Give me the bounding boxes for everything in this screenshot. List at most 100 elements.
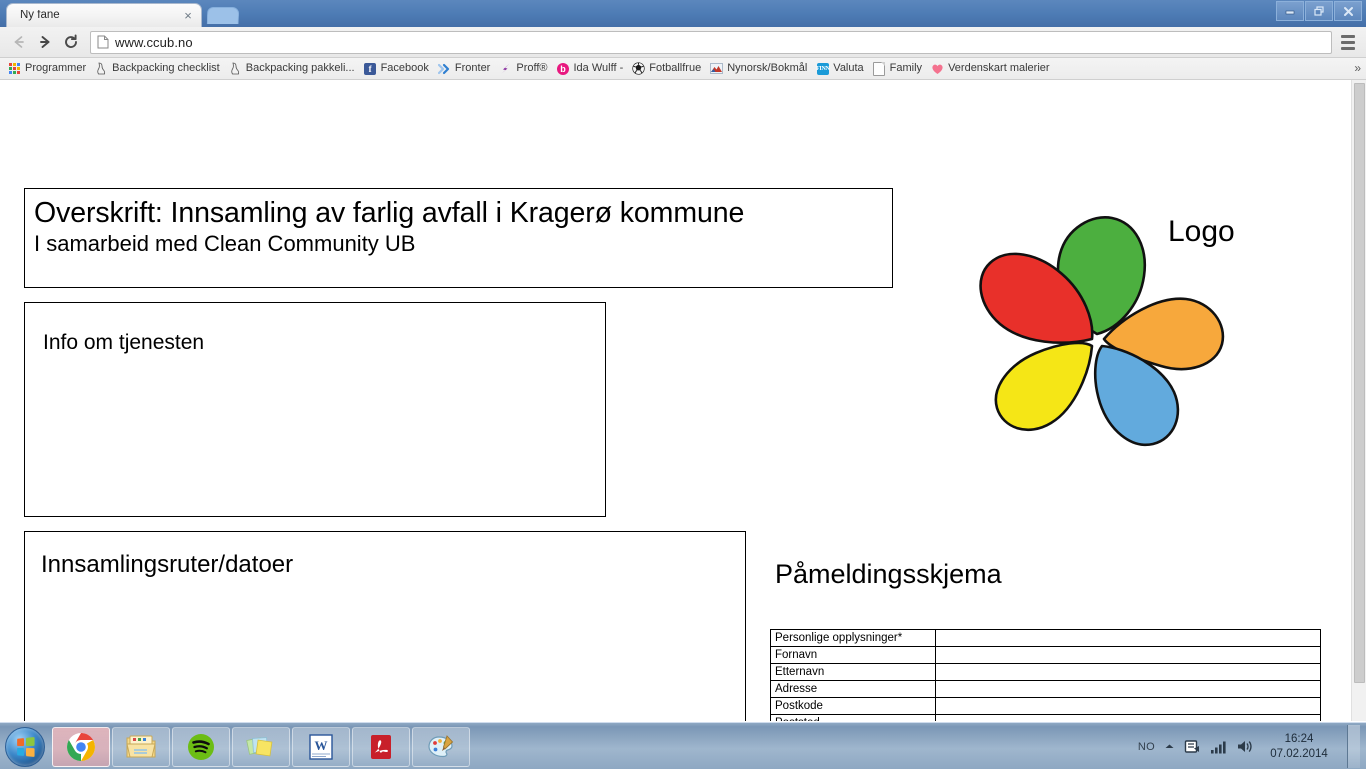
- bookmark-label: Verdenskart malerier: [948, 62, 1050, 74]
- chrome-browser-window: Ny fane × www.ccub.no Programmer Backpac…: [0, 0, 1366, 722]
- tray-language[interactable]: NO: [1138, 741, 1155, 753]
- bookmarks-bar: Programmer Backpacking checklist Backpac…: [0, 58, 1366, 80]
- bookmark-backpacking-checklist[interactable]: Backpacking checklist: [91, 61, 225, 76]
- taskbar-sticky-notes[interactable]: [232, 726, 290, 767]
- word-icon: W: [309, 733, 333, 760]
- form-row-value[interactable]: [935, 714, 1321, 721]
- svg-text:W: W: [315, 738, 328, 753]
- restore-button[interactable]: [1305, 1, 1333, 21]
- finn-icon: FINN: [816, 62, 830, 75]
- desktop-screen: Ny fane × www.ccub.no Programmer Backpac…: [0, 0, 1366, 769]
- minimize-button[interactable]: [1276, 1, 1304, 21]
- form-row-label: Fornavn: [770, 646, 936, 664]
- fronter-chevrons-icon: [437, 62, 451, 75]
- form-row-label: Personlige opplysninger*: [770, 629, 936, 647]
- bookmark-programmer[interactable]: Programmer: [4, 61, 91, 76]
- address-bar[interactable]: www.ccub.no: [90, 30, 1332, 54]
- speaker-icon[interactable]: [1236, 739, 1253, 754]
- page-icon: [97, 35, 109, 49]
- back-arrow-icon[interactable]: [6, 29, 32, 55]
- table-row: Etternavn: [770, 663, 1321, 681]
- clock-time: 16:24: [1284, 732, 1314, 745]
- adobe-reader-icon: [371, 734, 391, 759]
- new-tab-button[interactable]: [206, 7, 240, 24]
- bookmark-label: Valuta: [833, 62, 864, 74]
- bookmark-label: Facebook: [380, 62, 429, 74]
- form-row-label: Postkode: [770, 697, 936, 715]
- bookmark-verdenskart-malerier[interactable]: Verdenskart malerier: [927, 61, 1055, 76]
- info-box-label: Info om tjenesten: [43, 331, 205, 354]
- hamburger-menu-icon[interactable]: [1336, 29, 1360, 55]
- taskbar-spotify[interactable]: [172, 726, 230, 767]
- form-row-value[interactable]: [935, 646, 1321, 664]
- page-scrollbar[interactable]: [1351, 80, 1366, 721]
- windows-start-orb[interactable]: [2, 726, 48, 767]
- address-bar-url: www.ccub.no: [115, 34, 193, 50]
- routes-box: Innsamlingsruter/datoer: [24, 531, 746, 721]
- bookmark-ida-wulff[interactable]: b Ida Wulff -: [553, 61, 629, 76]
- table-row: Personlige opplysninger*: [770, 629, 1321, 647]
- backpack-icon: [95, 62, 108, 75]
- tab-ny-fane[interactable]: Ny fane ×: [6, 3, 202, 27]
- registration-form-table: Personlige opplysninger* Fornavn Etterna…: [770, 629, 1321, 721]
- backpack-icon: [229, 62, 242, 75]
- bookmark-backpacking-pakkeliste[interactable]: Backpacking pakkeli...: [225, 61, 360, 76]
- mountain-image-icon: [710, 62, 724, 75]
- heart-icon: [931, 62, 944, 75]
- tab-close-icon[interactable]: ×: [181, 9, 195, 23]
- show-desktop-button[interactable]: [1347, 725, 1360, 768]
- bookmark-proff[interactable]: Proff®: [495, 61, 552, 76]
- taskbar-explorer[interactable]: [112, 726, 170, 767]
- browser-toolbar: www.ccub.no: [0, 27, 1366, 58]
- document-canvas: Overskrift: Innsamling av farlig avfall …: [0, 80, 1351, 721]
- bookmark-valuta[interactable]: FINN Valuta: [812, 61, 868, 76]
- document-icon: [873, 61, 886, 76]
- table-row: Postkode: [770, 697, 1321, 715]
- sticky-notes-icon: [246, 736, 273, 756]
- table-row: Fornavn: [770, 646, 1321, 664]
- network-signal-icon[interactable]: [1210, 740, 1227, 754]
- blogger-icon: b: [557, 62, 570, 75]
- bookmark-fronter[interactable]: Fronter: [434, 61, 495, 76]
- taskbar-items: W: [52, 726, 470, 767]
- taskbar-word[interactable]: W: [292, 726, 350, 767]
- bookmark-label: Ida Wulff -: [573, 62, 624, 74]
- routes-box-label: Innsamlingsruter/datoer: [41, 551, 294, 578]
- tab-title: Ny fane: [20, 9, 60, 21]
- heading-box: Overskrift: Innsamling av farlig avfall …: [24, 188, 893, 288]
- form-row-value[interactable]: [935, 663, 1321, 681]
- bookmark-label: Fronter: [454, 62, 491, 74]
- form-row-label: Adresse: [770, 680, 936, 698]
- tab-strip: Ny fane ×: [0, 0, 1366, 27]
- facebook-icon: f: [364, 62, 377, 75]
- form-row-value[interactable]: [935, 697, 1321, 715]
- reload-icon[interactable]: [58, 29, 84, 55]
- table-row: Poststed: [770, 714, 1321, 721]
- bookmark-facebook[interactable]: f Facebook: [360, 61, 434, 76]
- form-row-label: Etternavn: [770, 663, 936, 681]
- bookmark-family[interactable]: Family: [869, 61, 927, 76]
- form-title: Påmeldingsskjema: [775, 559, 1002, 589]
- taskbar-adobe-reader[interactable]: [352, 726, 410, 767]
- logo-caption: Logo: [1168, 215, 1235, 248]
- clock-date: 07.02.2014: [1270, 747, 1328, 760]
- bookmarks-overflow-button[interactable]: »: [1354, 61, 1361, 75]
- bookmark-fotballfrue[interactable]: Fotballfrue: [628, 61, 706, 76]
- table-row: Adresse: [770, 680, 1321, 698]
- taskbar-clock[interactable]: 16:24 07.02.2014: [1262, 732, 1336, 762]
- folder-icon: [126, 735, 156, 757]
- paint-icon: [428, 734, 454, 757]
- forward-arrow-icon[interactable]: [32, 29, 58, 55]
- apps-grid-icon: [8, 62, 21, 75]
- scrollbar-thumb[interactable]: [1354, 83, 1365, 683]
- close-button[interactable]: [1334, 1, 1362, 21]
- proff-icon: [499, 62, 512, 75]
- form-row-value[interactable]: [935, 680, 1321, 698]
- bookmark-nynorsk-bokmal[interactable]: Nynorsk/Bokmål: [706, 61, 812, 76]
- chevron-up-icon[interactable]: [1164, 742, 1175, 751]
- form-row-value[interactable]: [935, 629, 1321, 647]
- taskbar-chrome[interactable]: [52, 726, 110, 767]
- taskbar-paint[interactable]: [412, 726, 470, 767]
- action-center-icon[interactable]: [1184, 738, 1201, 755]
- page-subtitle: I samarbeid med Clean Community UB: [34, 230, 416, 256]
